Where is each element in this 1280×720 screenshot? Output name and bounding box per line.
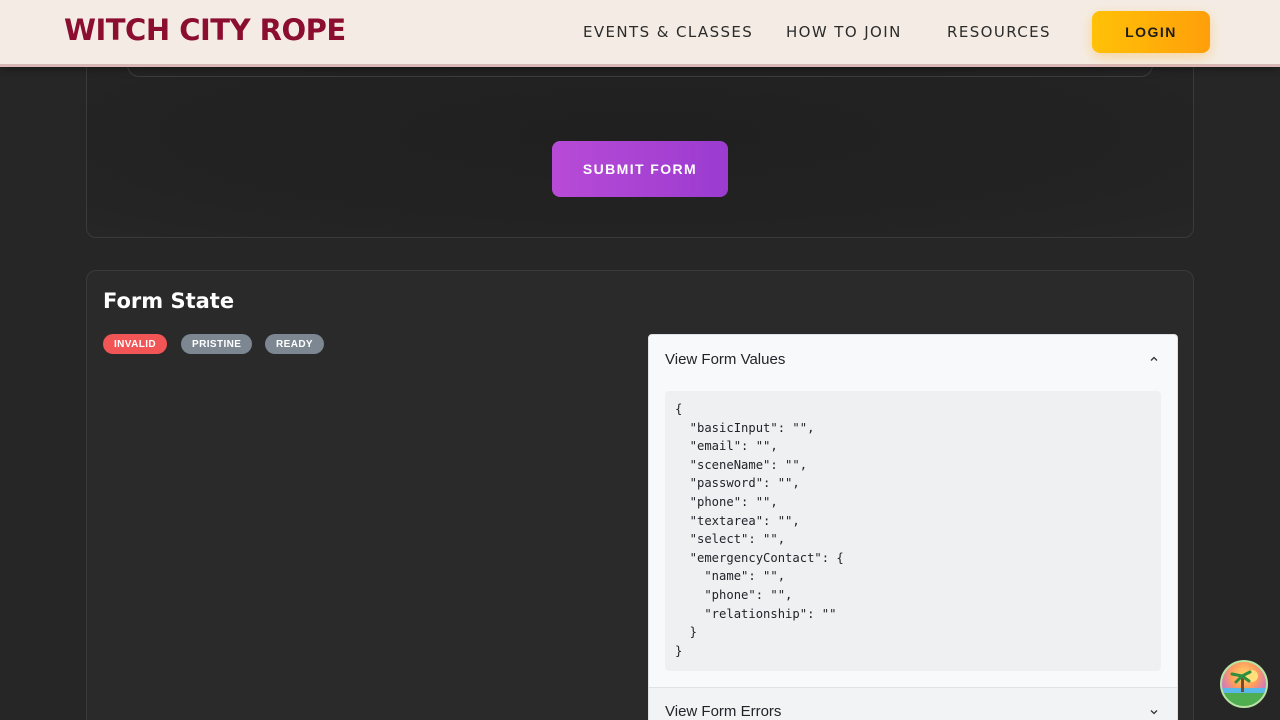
- ready-badge: READY: [265, 334, 325, 354]
- avatar-icon: [1222, 670, 1266, 706]
- form-state-card: Form State INVALID PRISTINE READY View F…: [86, 270, 1194, 720]
- form-values-json: { "basicInput": "", "email": "", "sceneN…: [665, 391, 1161, 671]
- nav-resources[interactable]: RESOURCES: [947, 23, 1051, 41]
- form-debug-accordion: View Form Values { "basicInput": "", "em…: [648, 334, 1178, 720]
- view-form-values-toggle[interactable]: View Form Values: [649, 335, 1177, 383]
- chevron-up-icon: [1150, 356, 1158, 361]
- floating-avatar-button[interactable]: [1220, 660, 1268, 708]
- brand-logo[interactable]: WITCH CITY ROPE: [64, 13, 346, 47]
- submit-form-button[interactable]: SUBMIT FORM: [552, 141, 728, 197]
- pristine-badge: PRISTINE: [181, 334, 253, 354]
- view-form-errors-toggle[interactable]: View Form Errors: [649, 687, 1177, 720]
- view-form-values-label: View Form Values: [665, 350, 786, 368]
- site-header: WITCH CITY ROPE EVENTS & CLASSES HOW TO …: [0, 0, 1280, 67]
- nav-how-to-join[interactable]: HOW TO JOIN: [786, 23, 902, 41]
- login-button[interactable]: LOGIN: [1092, 11, 1210, 53]
- view-form-errors-label: View Form Errors: [665, 703, 782, 720]
- nav-events-classes[interactable]: EVENTS & CLASSES: [583, 23, 753, 41]
- form-state-title: Form State: [103, 289, 235, 313]
- invalid-badge: INVALID: [103, 334, 168, 354]
- chevron-down-icon: [1150, 709, 1158, 714]
